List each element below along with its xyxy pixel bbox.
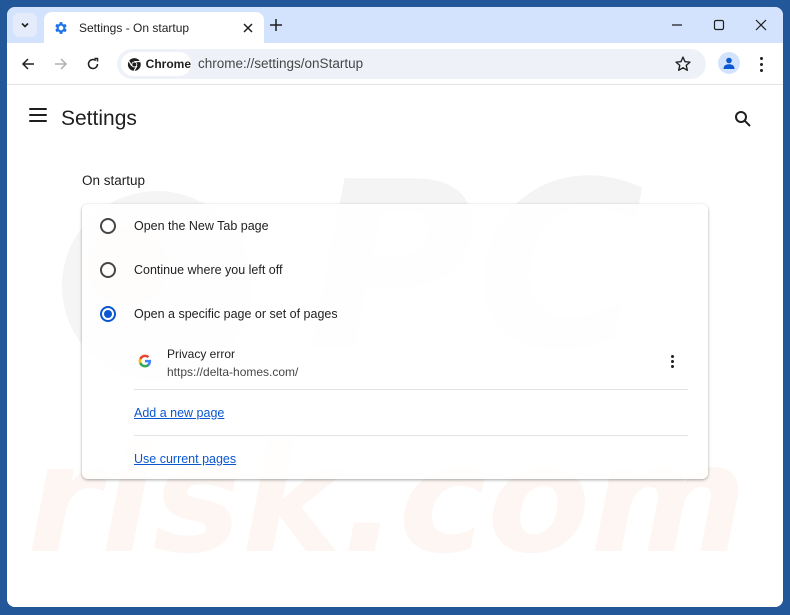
arrow-left-icon: [21, 58, 34, 70]
add-page-row: Add a new page: [134, 391, 688, 436]
chevron-down-icon: [21, 22, 29, 28]
dot: [670, 354, 674, 358]
close-window-button[interactable]: [747, 13, 775, 37]
tab-close-button[interactable]: [238, 18, 258, 38]
close-icon: [755, 19, 767, 31]
settings-gear-icon: [55, 21, 67, 34]
browser-menu-button[interactable]: [753, 52, 769, 76]
radio-option-new-tab[interactable]: Open the New Tab page: [82, 204, 708, 248]
maximize-button[interactable]: [705, 13, 733, 37]
new-tab-button[interactable]: [265, 14, 287, 36]
close-icon: [243, 22, 253, 33]
radio-button[interactable]: [100, 218, 116, 234]
plus-icon: [270, 19, 282, 31]
search-icon[interactable]: [734, 110, 752, 128]
back-button[interactable]: [16, 52, 40, 76]
menu-line: [29, 114, 47, 116]
forward-button[interactable]: [49, 52, 73, 76]
minimize-icon: [672, 24, 682, 26]
person-icon: [723, 57, 735, 69]
profile-avatar-button[interactable]: [718, 52, 740, 74]
dot: [759, 56, 763, 60]
menu-line: [29, 120, 47, 122]
menu-line: [29, 108, 47, 110]
google-g-icon: [138, 354, 152, 368]
radio-label: Continue where you left off: [134, 263, 283, 277]
add-new-page-link[interactable]: Add a new page: [134, 406, 224, 420]
chip-label: Chrome: [145, 57, 191, 71]
title-bar: Settings - On startup: [7, 7, 783, 43]
use-current-row: Use current pages: [134, 436, 688, 481]
startup-page-entry: Privacy error https://delta-homes.com/: [134, 342, 688, 390]
minimize-button[interactable]: [663, 13, 691, 37]
radio-button[interactable]: [100, 262, 116, 278]
radio-option-continue[interactable]: Continue where you left off: [82, 248, 708, 292]
reload-button[interactable]: [81, 52, 105, 76]
tab-title: Settings - On startup: [79, 20, 190, 35]
dot: [759, 62, 763, 66]
radio-option-specific-pages[interactable]: Open a specific page or set of pages: [82, 292, 708, 336]
bookmark-star-icon[interactable]: [674, 55, 692, 73]
toolbar: Chrome chrome://settings/onStartup: [7, 43, 783, 85]
page-entry-more-actions-button[interactable]: [664, 352, 680, 370]
page-entry-title: Privacy error: [167, 347, 236, 361]
tab-settings[interactable]: Settings - On startup: [44, 12, 264, 43]
arrow-right-icon: [55, 58, 68, 70]
settings-page: PC risk.com Settings On startup Open the…: [7, 86, 783, 607]
radio-label: Open a specific page or set of pages: [134, 307, 338, 321]
startup-options-card: Open the New Tab page Continue where you…: [82, 204, 708, 479]
dot: [759, 68, 763, 72]
chrome-logo-icon: [127, 57, 141, 71]
url-text[interactable]: chrome://settings/onStartup: [198, 56, 363, 71]
browser-window: Settings - On startup Chrome chrome://se…: [7, 7, 783, 607]
dot: [670, 359, 674, 363]
reload-icon: [87, 57, 99, 70]
use-current-pages-link[interactable]: Use current pages: [134, 452, 236, 466]
dot: [670, 364, 674, 368]
radio-label: Open the New Tab page: [134, 219, 269, 233]
tab-search-button[interactable]: [13, 13, 37, 37]
page-entry-url: https://delta-homes.com/: [167, 365, 299, 379]
site-info-chip[interactable]: Chrome: [121, 52, 191, 76]
main-menu-button[interactable]: [29, 108, 47, 122]
page-title: Settings: [61, 107, 137, 130]
radio-button-checked[interactable]: [100, 306, 116, 322]
section-title: On startup: [82, 173, 146, 188]
address-bar[interactable]: Chrome chrome://settings/onStartup: [117, 49, 706, 79]
maximize-icon: [713, 19, 725, 31]
